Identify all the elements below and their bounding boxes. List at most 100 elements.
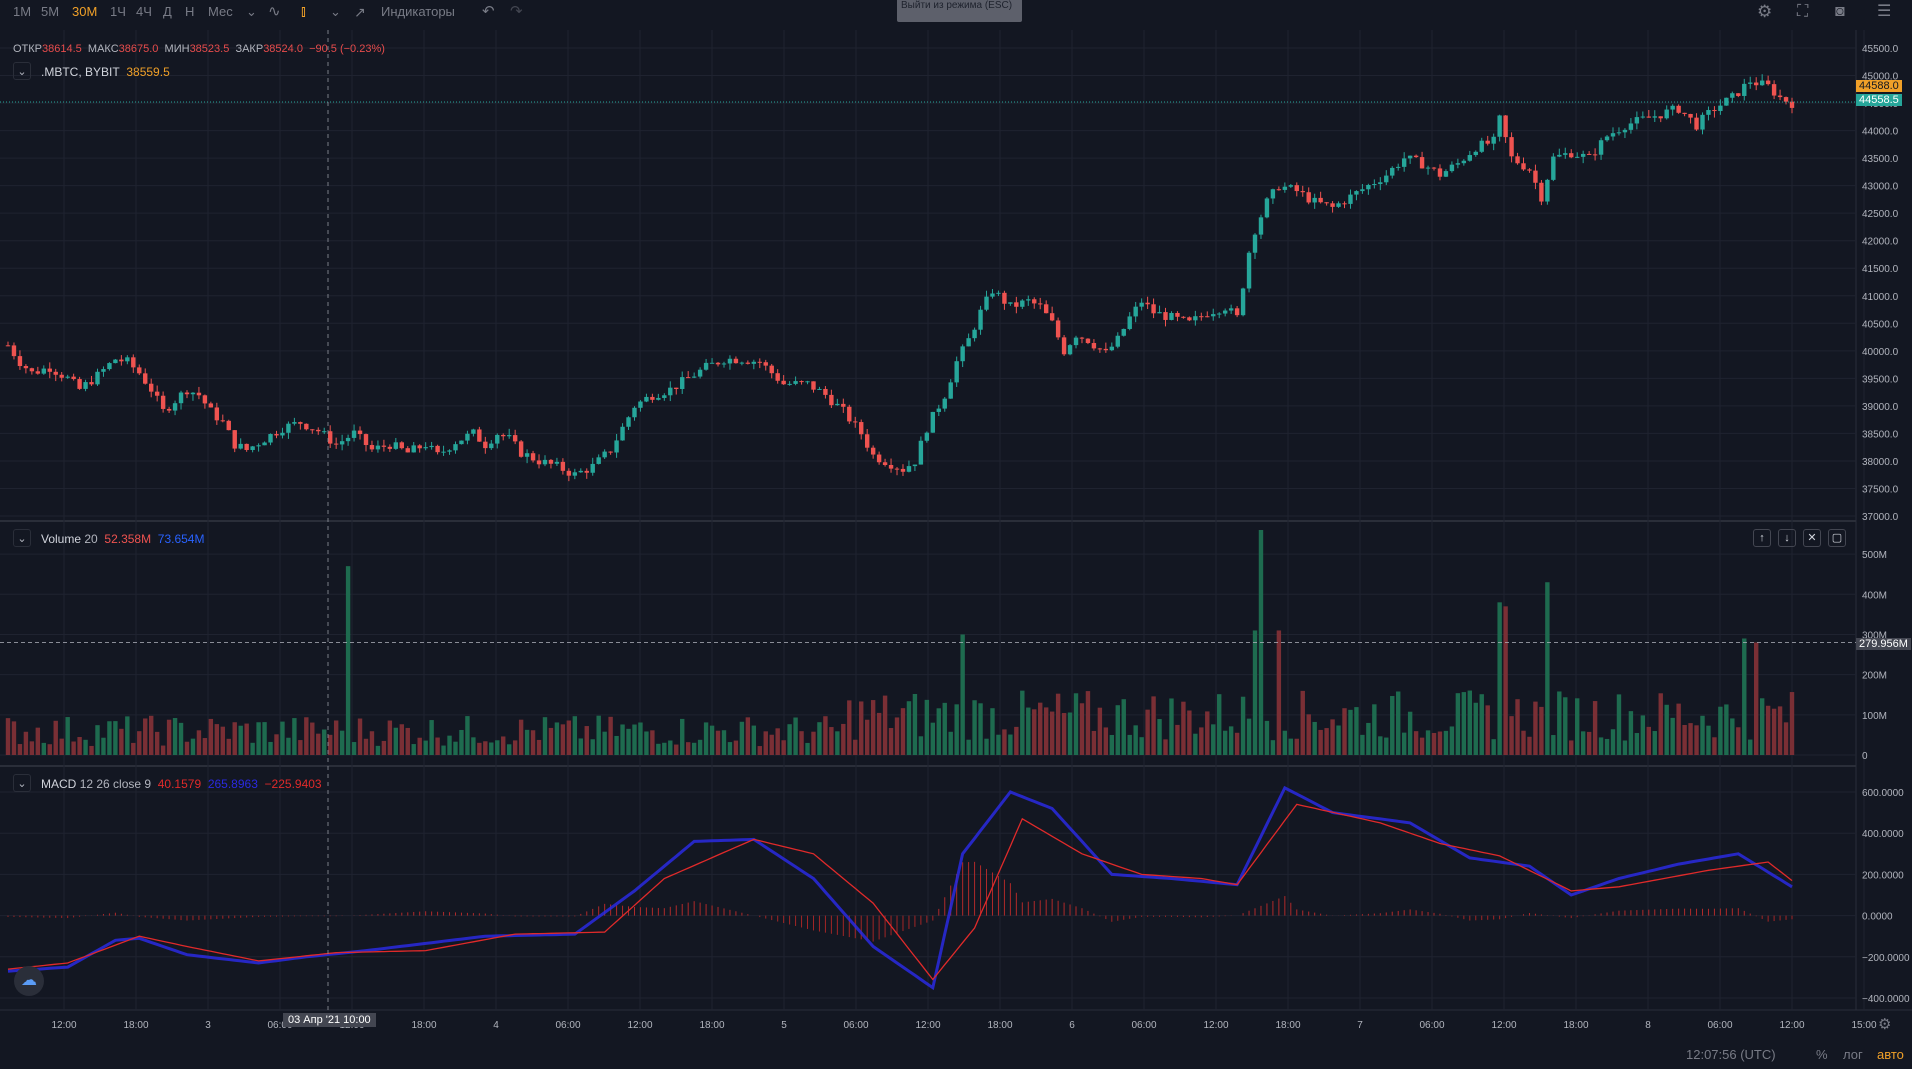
volume-bar xyxy=(1401,732,1407,755)
candle-body xyxy=(1610,133,1616,137)
volume-bar xyxy=(399,724,404,755)
volume-bar xyxy=(1700,715,1705,755)
timeframe-1[interactable]: 5М xyxy=(41,0,59,24)
volume-bar xyxy=(894,717,900,755)
candle-body xyxy=(1055,320,1061,338)
candle-body xyxy=(435,445,440,453)
volume-bar xyxy=(1754,642,1759,755)
volume-bar xyxy=(680,718,685,755)
volume-bar xyxy=(101,737,106,755)
camera-icon[interactable]: ◙ xyxy=(1835,0,1845,24)
candle-body xyxy=(912,464,918,467)
volume-bar xyxy=(638,722,643,755)
macd-tick-label: 600.0000 xyxy=(1862,788,1904,799)
timeframe-5[interactable]: Д xyxy=(163,0,172,24)
line-chart-icon[interactable]: ∿ xyxy=(268,0,281,24)
time-tick-label: 8 xyxy=(1645,1020,1651,1031)
candle-type-icon[interactable]: ⫾ xyxy=(301,0,306,24)
axis-settings-icon[interactable]: ⚙ xyxy=(1878,1015,1891,1033)
candle-body xyxy=(1169,312,1174,320)
close-icon[interactable]: ✕ xyxy=(1803,529,1821,547)
candle-body xyxy=(560,461,566,471)
volume-collapse-button[interactable]: ⌄ xyxy=(13,529,31,547)
candle-body xyxy=(375,445,381,450)
macd-line xyxy=(7,785,1793,991)
volume-bar xyxy=(590,739,595,755)
volume-tick-label: 100M xyxy=(1862,711,1887,722)
volume-bar xyxy=(751,725,757,755)
candle-body xyxy=(1694,117,1699,130)
timeframe-6[interactable]: Н xyxy=(185,0,194,24)
volume-bar xyxy=(1509,716,1514,755)
maximize-icon[interactable]: ▢ xyxy=(1828,529,1846,547)
timeframe-3[interactable]: 1Ч xyxy=(110,0,126,24)
volume-bar xyxy=(375,745,381,755)
candle-body xyxy=(381,445,387,447)
layout-icon[interactable]: ☰ xyxy=(1877,0,1891,24)
timeframe-0[interactable]: 1М xyxy=(13,0,31,24)
timeframe-2[interactable]: 30М xyxy=(72,0,97,24)
macd-collapse-button[interactable]: ⌄ xyxy=(13,774,31,792)
exit-fullscreen-button[interactable]: Выйти из режима (ESC) xyxy=(897,0,1022,22)
volume-bar xyxy=(823,716,828,755)
chart-canvas[interactable]: 45500.045000.044500.044000.043500.043000… xyxy=(0,0,1912,1069)
move-down-icon[interactable]: ↓ xyxy=(1778,529,1796,547)
candle-body xyxy=(1742,83,1747,96)
candle-body xyxy=(1765,80,1771,85)
volume-bar xyxy=(739,721,745,755)
volume-bar xyxy=(1557,691,1562,755)
macd-legend: MACD 12 26 close 9 40.1579 265.8963 −225… xyxy=(41,777,322,791)
dropdown-chevron-icon[interactable]: ⌄ xyxy=(246,0,257,24)
chart-type-chevron-icon[interactable]: ⌄ xyxy=(330,0,341,24)
candle-body xyxy=(1682,112,1687,114)
main-collapse-button[interactable]: ⌄ xyxy=(13,62,31,80)
volume-bar xyxy=(1634,733,1640,755)
ohlc-legend: ОТКР38614.5 МАКС38675.0 МИН38523.5 ЗАКР3… xyxy=(13,43,385,55)
volume-bar xyxy=(1413,731,1419,755)
indicators-icon[interactable]: ↗ xyxy=(354,0,366,24)
volume-bar xyxy=(560,724,566,755)
volume-bar xyxy=(351,742,357,755)
volume-bar xyxy=(435,737,440,755)
volume-bar xyxy=(1014,726,1019,755)
candle-body xyxy=(1563,153,1568,155)
timeframe-7[interactable]: Мес xyxy=(208,0,233,24)
volume-bar xyxy=(238,725,243,755)
auto-toggle[interactable]: авто xyxy=(1877,1047,1904,1062)
candle-body xyxy=(405,448,410,453)
percent-toggle[interactable]: % xyxy=(1816,1047,1828,1062)
candle-body xyxy=(119,359,124,362)
volume-bar xyxy=(1097,707,1103,755)
indicators-button[interactable]: Индикаторы xyxy=(381,0,455,24)
volume-bar xyxy=(1360,734,1365,755)
candle-body xyxy=(566,470,572,476)
volume-bar xyxy=(459,729,464,755)
candle-body xyxy=(1348,194,1353,204)
candle-body xyxy=(214,407,220,421)
candle-body xyxy=(668,387,673,396)
candle-body xyxy=(1372,184,1377,186)
price-tick-label: 42000.0 xyxy=(1862,237,1899,248)
candle-body xyxy=(1234,308,1240,316)
volume-bar xyxy=(1067,712,1073,755)
volume-bar xyxy=(1533,701,1538,755)
time-tick-label: 15:00 xyxy=(1851,1020,1876,1031)
high-value: 38675.0 xyxy=(118,43,159,55)
fullscreen-icon[interactable]: ⛶ xyxy=(1797,0,1808,24)
volume-bar xyxy=(620,724,625,755)
macd-tick-label: −200.0000 xyxy=(1862,953,1910,964)
volume-bar xyxy=(1527,736,1532,755)
log-toggle[interactable]: лог xyxy=(1843,1047,1863,1062)
undo-icon[interactable]: ↶ xyxy=(482,0,495,24)
volume-bar xyxy=(1306,714,1311,755)
candle-body xyxy=(644,396,649,402)
move-up-icon[interactable]: ↑ xyxy=(1753,529,1771,547)
candle-body xyxy=(638,401,643,408)
volume-tick-label: 0 xyxy=(1862,751,1868,762)
volume-bar xyxy=(1467,690,1473,755)
volume-bar xyxy=(220,726,225,755)
timeframe-4[interactable]: 4Ч xyxy=(136,0,152,24)
volume-bar xyxy=(757,746,762,755)
candle-body xyxy=(1539,182,1544,202)
settings-icon[interactable]: ⚙ xyxy=(1757,0,1772,24)
